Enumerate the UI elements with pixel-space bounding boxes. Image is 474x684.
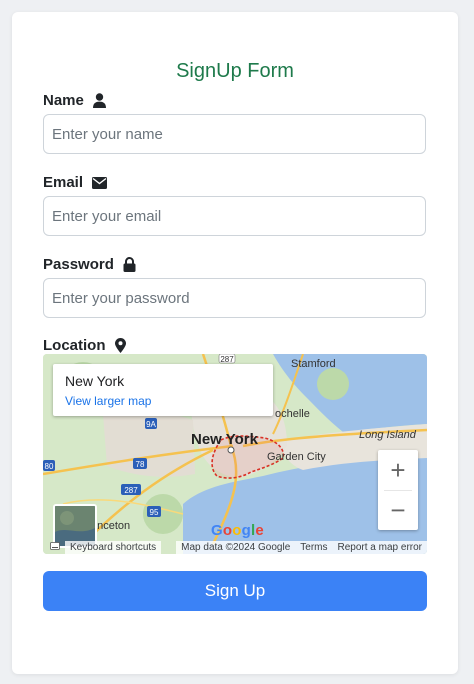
rochelle-label: ochelle (275, 408, 310, 420)
password-label-row: Password (43, 256, 136, 273)
email-input[interactable] (43, 196, 426, 236)
location-label-row: Location (43, 337, 126, 354)
name-label: Name (43, 92, 84, 109)
road-78-label: 78 (136, 460, 145, 469)
view-larger-map-link[interactable]: View larger map (65, 394, 151, 408)
email-label: Email (43, 174, 84, 191)
report-map-error-link[interactable]: Report a map error (332, 541, 427, 554)
name-label-row: Name (43, 92, 106, 109)
map-zoom-control: + − (378, 450, 418, 530)
long-island-label: Long Island (359, 429, 417, 441)
google-logo: Google (211, 522, 264, 539)
map-info-title: New York (65, 373, 125, 389)
map-attribution-bar: Keyboard shortcuts Map data ©2024 Google… (43, 541, 427, 554)
form-title: SignUp Form (176, 60, 294, 82)
email-label-row: Email (43, 174, 108, 191)
name-input[interactable] (43, 114, 426, 154)
keyboard-icon (50, 542, 60, 553)
road-80-label: 80 (45, 462, 54, 471)
road-95-label: 95 (150, 508, 159, 517)
zoom-in-button[interactable]: + (378, 450, 418, 490)
satellite-thumbnail-icon (55, 506, 95, 546)
sign-up-button[interactable]: Sign Up (43, 571, 427, 611)
stamford-label: Stamford (291, 358, 336, 370)
envelope-icon (92, 176, 108, 189)
password-input[interactable] (43, 278, 426, 318)
road-287-top-label: 287 (220, 355, 234, 364)
zoom-out-button[interactable]: − (378, 490, 418, 530)
garden-city-label: Garden City (267, 451, 326, 463)
location-label: Location (43, 337, 106, 354)
lock-icon (123, 257, 136, 272)
road-9a-label: 9A (146, 420, 156, 429)
signup-card: SignUp Form Name Email Password Location (12, 12, 458, 674)
road-287-left-label: 287 (124, 486, 138, 495)
terms-link[interactable]: Terms (295, 541, 333, 554)
password-label: Password (43, 256, 114, 273)
map-data-text: Map data ©2024 Google (176, 541, 296, 554)
user-icon (92, 93, 106, 108)
map-pin-icon (114, 338, 126, 353)
map-info-card: New York View larger map (53, 364, 273, 416)
new-york-label: New York (191, 431, 259, 448)
keyboard-shortcuts-link[interactable]: Keyboard shortcuts (65, 541, 162, 554)
map-embed[interactable]: 287 78 287 95 80 9A Stamford ochelle New… (43, 354, 427, 554)
